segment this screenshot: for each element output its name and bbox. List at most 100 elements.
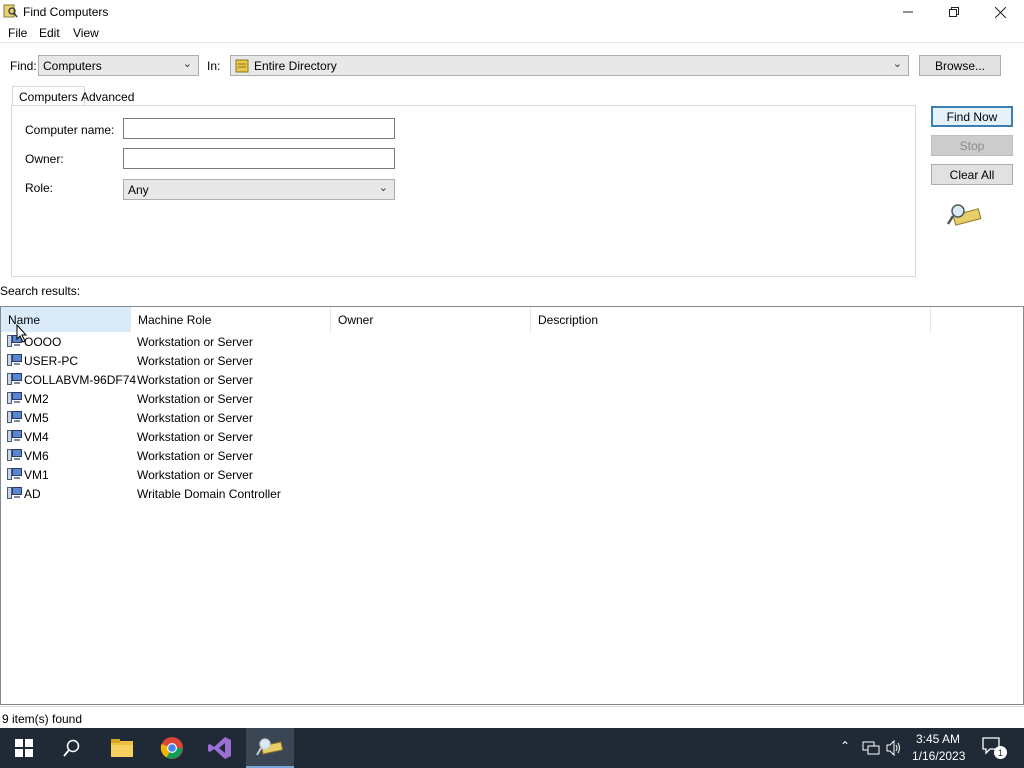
restore-button[interactable]: [931, 0, 977, 24]
row-name: VM5: [24, 411, 49, 425]
visual-studio-icon: [208, 737, 231, 759]
in-label: In:: [207, 59, 221, 73]
clock-date[interactable]: 1/16/2023: [912, 749, 965, 763]
chevron-down-icon: ⌄: [892, 58, 902, 70]
table-row[interactable]: USER-PC Workstation or Server: [1, 351, 1023, 370]
computer-icon: [7, 430, 22, 442]
stop-button[interactable]: Stop: [931, 135, 1013, 156]
row-machine-role: Workstation or Server: [137, 430, 253, 444]
row-machine-role: Writable Domain Controller: [137, 487, 281, 501]
computer-icon: [7, 468, 22, 480]
minimize-icon: [903, 11, 913, 13]
row-name: AD: [24, 487, 41, 501]
menu-edit[interactable]: Edit: [39, 26, 60, 40]
find-label: Find:: [10, 59, 37, 73]
chevron-up-icon[interactable]: ⌃: [840, 739, 850, 753]
chevron-down-icon: ⌄: [378, 182, 388, 194]
close-icon: [994, 6, 1006, 18]
find-computers-icon: [3, 4, 18, 18]
computer-icon: [7, 449, 22, 461]
notification-button[interactable]: 1: [982, 737, 1007, 759]
taskbar-file-explorer[interactable]: [98, 728, 146, 768]
table-row[interactable]: VM6 Workstation or Server: [1, 446, 1023, 465]
status-text: 9 item(s) found: [2, 712, 83, 726]
status-bar: 9 item(s) found: [0, 706, 1024, 728]
find-type-value: Computers: [43, 59, 102, 73]
column-header-owner[interactable]: Owner: [331, 307, 531, 332]
table-row[interactable]: AD Writable Domain Controller: [1, 484, 1023, 503]
computer-icon: [7, 392, 22, 404]
row-name: VM6: [24, 449, 49, 463]
table-row[interactable]: VM2 Workstation or Server: [1, 389, 1023, 408]
volume-icon[interactable]: [886, 740, 902, 756]
start-button[interactable]: [0, 728, 48, 768]
find-type-dropdown[interactable]: Computers ⌄: [38, 55, 199, 76]
results-list[interactable]: Name Machine Role Owner Description OOOO…: [0, 306, 1024, 705]
windows-icon: [15, 739, 33, 757]
browse-button[interactable]: Browse...: [919, 55, 1001, 76]
role-value: Any: [128, 183, 149, 197]
row-name: USER-PC: [24, 354, 79, 368]
computer-name-label: Computer name:: [25, 123, 115, 137]
row-machine-role: Workstation or Server: [137, 392, 253, 406]
row-machine-role: Workstation or Server: [137, 354, 253, 368]
table-row[interactable]: VM4 Workstation or Server: [1, 427, 1023, 446]
find-computers-icon: [256, 738, 284, 756]
role-label: Role:: [25, 181, 54, 195]
row-name: OOOO: [24, 335, 62, 349]
row-machine-role: Workstation or Server: [137, 411, 253, 425]
in-location-dropdown[interactable]: Entire Directory ⌄: [230, 55, 909, 76]
search-animation-icon: [946, 204, 982, 226]
row-machine-role: Workstation or Server: [137, 449, 253, 463]
chrome-icon: [160, 737, 183, 759]
mouse-cursor: [16, 324, 28, 343]
computer-icon: [7, 354, 22, 366]
owner-label: Owner:: [25, 152, 64, 166]
network-icon[interactable]: [862, 741, 880, 755]
taskbar-find-computers[interactable]: [246, 728, 294, 768]
table-row[interactable]: VM1 Workstation or Server: [1, 465, 1023, 484]
table-row[interactable]: VM5 Workstation or Server: [1, 408, 1023, 427]
menu-bar: File Edit View: [0, 24, 1024, 43]
taskbar-chrome[interactable]: [148, 728, 196, 768]
row-name: COLLABVM-96DF74: [24, 373, 137, 387]
computer-icon: [7, 373, 22, 385]
find-now-button[interactable]: Find Now: [931, 106, 1013, 127]
chevron-down-icon: ⌄: [182, 58, 192, 70]
restore-icon: [949, 7, 959, 17]
clear-all-button[interactable]: Clear All: [931, 164, 1013, 185]
row-name: VM1: [24, 468, 49, 482]
computer-icon: [7, 411, 22, 423]
row-machine-role: Workstation or Server: [137, 468, 253, 482]
search-results-label: Search results:: [0, 284, 81, 298]
computer-icon: [7, 487, 22, 499]
title-bar: Find Computers: [0, 0, 1024, 24]
menu-view[interactable]: View: [73, 26, 99, 40]
row-name: VM2: [24, 392, 49, 406]
search-button[interactable]: [48, 728, 96, 768]
row-machine-role: Workstation or Server: [137, 335, 253, 349]
minimize-button[interactable]: [885, 0, 931, 24]
menu-file[interactable]: File: [8, 26, 27, 40]
search-icon: [63, 739, 80, 757]
notification-count-badge: 1: [994, 746, 1007, 759]
taskbar: ⌃ 3:45 AM 1/16/2023 1: [0, 728, 1024, 768]
close-button[interactable]: [977, 0, 1023, 24]
column-header-machine-role[interactable]: Machine Role: [131, 307, 331, 332]
computer-name-input[interactable]: [123, 118, 395, 139]
window-title: Find Computers: [23, 5, 109, 19]
table-row[interactable]: OOOO Workstation or Server: [1, 332, 1023, 351]
table-row[interactable]: COLLABVM-96DF74 Workstation or Server: [1, 370, 1023, 389]
in-location-value: Entire Directory: [254, 59, 337, 73]
folder-icon: [111, 739, 133, 757]
owner-input[interactable]: [123, 148, 395, 169]
directory-icon: [235, 59, 249, 73]
tab-computers[interactable]: Computers: [12, 86, 85, 106]
taskbar-visual-studio[interactable]: [196, 728, 244, 768]
role-dropdown[interactable]: Any ⌄: [123, 179, 395, 200]
tab-advanced[interactable]: Advanced: [75, 87, 140, 107]
clock-time[interactable]: 3:45 AM: [916, 732, 960, 746]
column-header-description[interactable]: Description: [531, 307, 931, 332]
row-name: VM4: [24, 430, 49, 444]
row-machine-role: Workstation or Server: [137, 373, 253, 387]
